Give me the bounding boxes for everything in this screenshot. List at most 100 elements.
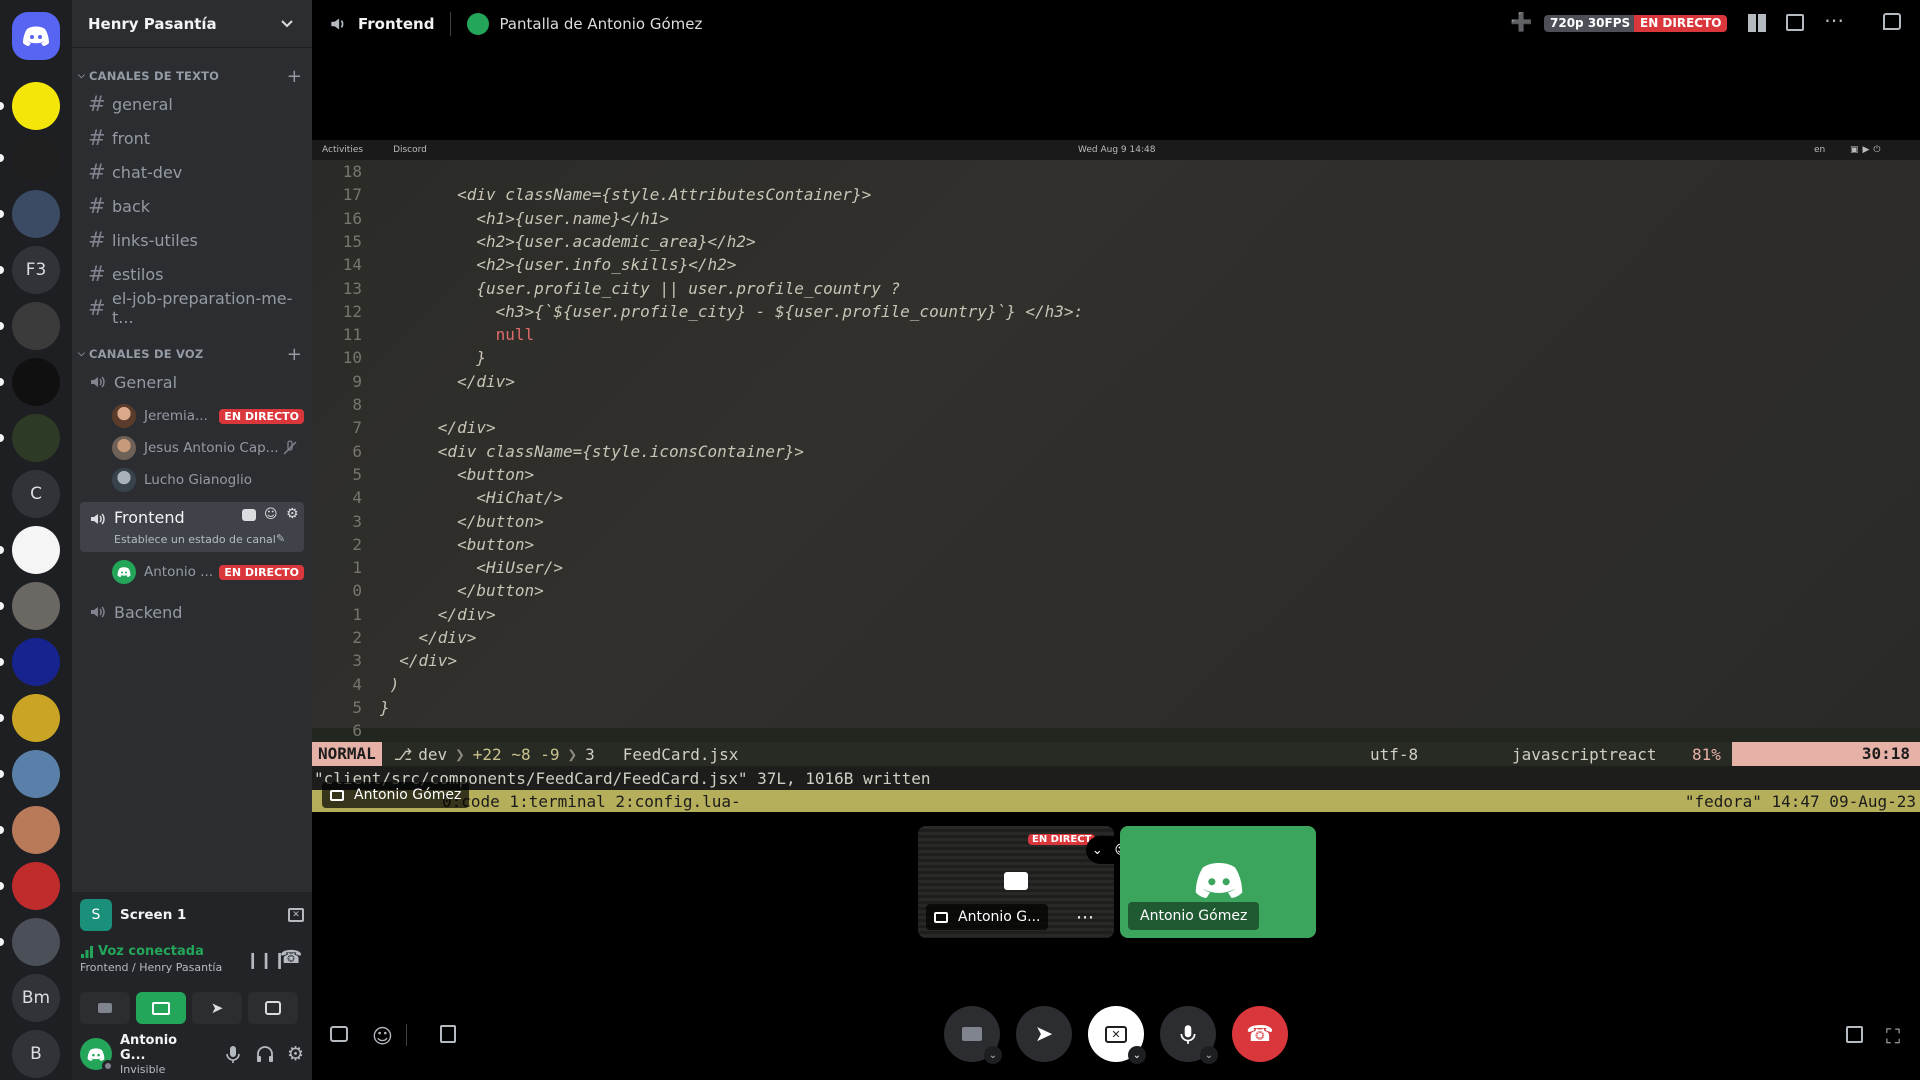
- chevron-down-icon: ⌵: [78, 349, 86, 359]
- server-icon[interactable]: [12, 862, 60, 910]
- headphones-icon[interactable]: [255, 1044, 275, 1064]
- category-voice-channels[interactable]: ⌵ CANALES DE VOZ +: [72, 342, 312, 366]
- chat-icon[interactable]: [242, 509, 256, 521]
- voice-user-name: Jeremia...: [144, 408, 208, 424]
- camera-button[interactable]: ⌄: [944, 1006, 1002, 1064]
- unread-indicator: [0, 714, 4, 722]
- server-icon[interactable]: [12, 526, 60, 574]
- chevron-down-icon: ⌄: [1091, 842, 1103, 858]
- add-channel-icon[interactable]: +: [287, 344, 302, 365]
- stop-screen-share-button[interactable]: ✕ ⌄: [1088, 1006, 1146, 1064]
- voice-channel-general[interactable]: General: [80, 366, 304, 398]
- settings-icon[interactable]: ⚙: [286, 506, 299, 522]
- camera-button[interactable]: [80, 992, 130, 1024]
- server-icon[interactable]: [12, 918, 60, 966]
- discord-logo-icon[interactable]: [12, 12, 60, 60]
- more-options-icon[interactable]: ⋯: [1824, 8, 1844, 32]
- server-icon[interactable]: [12, 750, 60, 798]
- text-channel[interactable]: # back: [80, 190, 304, 222]
- text-channel[interactable]: # estilos: [80, 258, 304, 290]
- guild-header[interactable]: Henry Pasantía: [72, 0, 312, 48]
- more-options-icon[interactable]: ⋯: [1076, 907, 1094, 928]
- settings-icon[interactable]: ⚙: [287, 1043, 304, 1065]
- server-icon[interactable]: [12, 302, 60, 350]
- server-icon[interactable]: [12, 414, 60, 462]
- server-icon[interactable]: [12, 806, 60, 854]
- server-button[interactable]: C: [12, 470, 60, 518]
- chevron-down-icon[interactable]: ⌄: [1128, 1046, 1146, 1064]
- microphone-icon[interactable]: [223, 1044, 243, 1064]
- add-channel-icon[interactable]: +: [287, 66, 302, 87]
- line-number: 9: [352, 371, 362, 391]
- code-line: 14 <h2>{user.info_skills}</h2>: [312, 255, 1920, 278]
- voice-channel-backend[interactable]: Backend: [80, 596, 304, 628]
- popout-controls-icon[interactable]: [440, 1025, 456, 1043]
- voice-user[interactable]: Jesus Antonio Cap...: [112, 433, 304, 463]
- line-text: <HiChat/>: [380, 488, 564, 508]
- text-channel[interactable]: # links-utiles: [80, 224, 304, 256]
- server-icon[interactable]: [12, 582, 60, 630]
- line-text: </button>: [380, 511, 544, 531]
- server-button[interactable]: B: [12, 1030, 60, 1078]
- activity-button[interactable]: ➤: [192, 992, 242, 1024]
- stop-share-icon[interactable]: ✕: [288, 908, 304, 922]
- code-line: 7 </div>: [312, 418, 1920, 441]
- add-user-icon[interactable]: ➕: [1510, 12, 1532, 33]
- screen-share-preview[interactable]: S Screen 1 ✕: [80, 896, 304, 934]
- user-avatar[interactable]: [80, 1038, 114, 1072]
- voice-status: Voz conectada: [98, 944, 204, 959]
- server-icon[interactable]: [12, 190, 60, 238]
- shared-screen[interactable]: Activities Discord Wed Aug 9 14:48 en ▣▶…: [312, 140, 1920, 812]
- popout-layout-icon[interactable]: [1786, 14, 1804, 31]
- text-channel[interactable]: # chat-dev: [80, 156, 304, 188]
- category-text-channels[interactable]: ⌵ CANALES DE TEXTO +: [72, 64, 312, 88]
- line-number: 5: [352, 464, 362, 484]
- hash-icon: #: [88, 296, 106, 320]
- code-editor[interactable]: 18 17 <div className={style.AttributesCon…: [312, 160, 1920, 740]
- voice-user[interactable]: Antonio ... EN DIRECTO: [112, 557, 304, 587]
- text-channel[interactable]: # el-job-preparation-me-t...: [80, 289, 304, 327]
- grid-layout-icon[interactable]: [1748, 14, 1766, 32]
- chevron-down-icon[interactable]: ⌄: [1200, 1046, 1218, 1064]
- channel-name: general: [112, 94, 173, 114]
- user-panel: Antonio G... Invisible ⚙: [72, 1028, 312, 1080]
- fullscreen-icon[interactable]: ⛶: [1886, 1024, 1900, 1048]
- server-button[interactable]: Bm: [12, 974, 60, 1022]
- line-number: 7: [352, 418, 362, 438]
- chevron-down-icon[interactable]: ⌄: [984, 1046, 1002, 1064]
- emoji-icon[interactable]: ☺: [372, 1024, 393, 1048]
- code-line: 1 <HiUser/>: [312, 558, 1920, 581]
- voice-channel-frontend[interactable]: Frontend Establece un estado de canal ✎ …: [80, 502, 304, 552]
- discord-logo-icon: [23, 26, 49, 46]
- share-screen-button[interactable]: [136, 992, 186, 1024]
- server-icon[interactable]: [12, 358, 60, 406]
- line-text: <h2>{user.info_skills}</h2>: [380, 255, 737, 275]
- server-button[interactable]: F3: [12, 246, 60, 294]
- invite-icon[interactable]: ☺: [264, 507, 278, 522]
- voice-connection-status[interactable]: Voz conectada Frontend / Henry Pasantía: [80, 944, 240, 974]
- chat-icon[interactable]: [1883, 13, 1901, 30]
- unread-indicator: [0, 938, 4, 946]
- voice-user[interactable]: Lucho Gianoglio: [112, 465, 304, 495]
- edit-icon[interactable]: ✎: [276, 532, 285, 545]
- participant-tile-stream[interactable]: EN DIRECT Antonio G... ⋯: [918, 826, 1114, 938]
- microphone-button[interactable]: ⌄: [1160, 1006, 1218, 1064]
- disconnect-button[interactable]: ☎: [1232, 1006, 1288, 1062]
- text-channel[interactable]: # front: [80, 122, 304, 154]
- soundboard-icon[interactable]: [330, 1026, 348, 1042]
- text-channel[interactable]: # general: [80, 88, 304, 120]
- file-encoding: utf-8: [1370, 744, 1419, 764]
- activity-button[interactable]: ➤: [1016, 1006, 1072, 1062]
- voice-user[interactable]: Jeremia... EN DIRECTO: [112, 401, 304, 431]
- disconnect-icon[interactable]: ☎: [280, 947, 302, 968]
- soundboard-button[interactable]: [248, 992, 298, 1024]
- participant-tile-user[interactable]: Antonio Gómez: [1120, 826, 1316, 938]
- server-icon[interactable]: [12, 694, 60, 742]
- popout-icon[interactable]: [1846, 1026, 1863, 1043]
- user-info[interactable]: Antonio G... Invisible: [120, 1033, 200, 1076]
- code-server-icon[interactable]: [12, 134, 60, 182]
- henry-server-icon[interactable]: [12, 82, 60, 130]
- tile-name: Antonio Gómez: [1140, 908, 1248, 924]
- quality-badge[interactable]: 720p 30FPS: [1544, 15, 1637, 32]
- server-icon[interactable]: [12, 638, 60, 686]
